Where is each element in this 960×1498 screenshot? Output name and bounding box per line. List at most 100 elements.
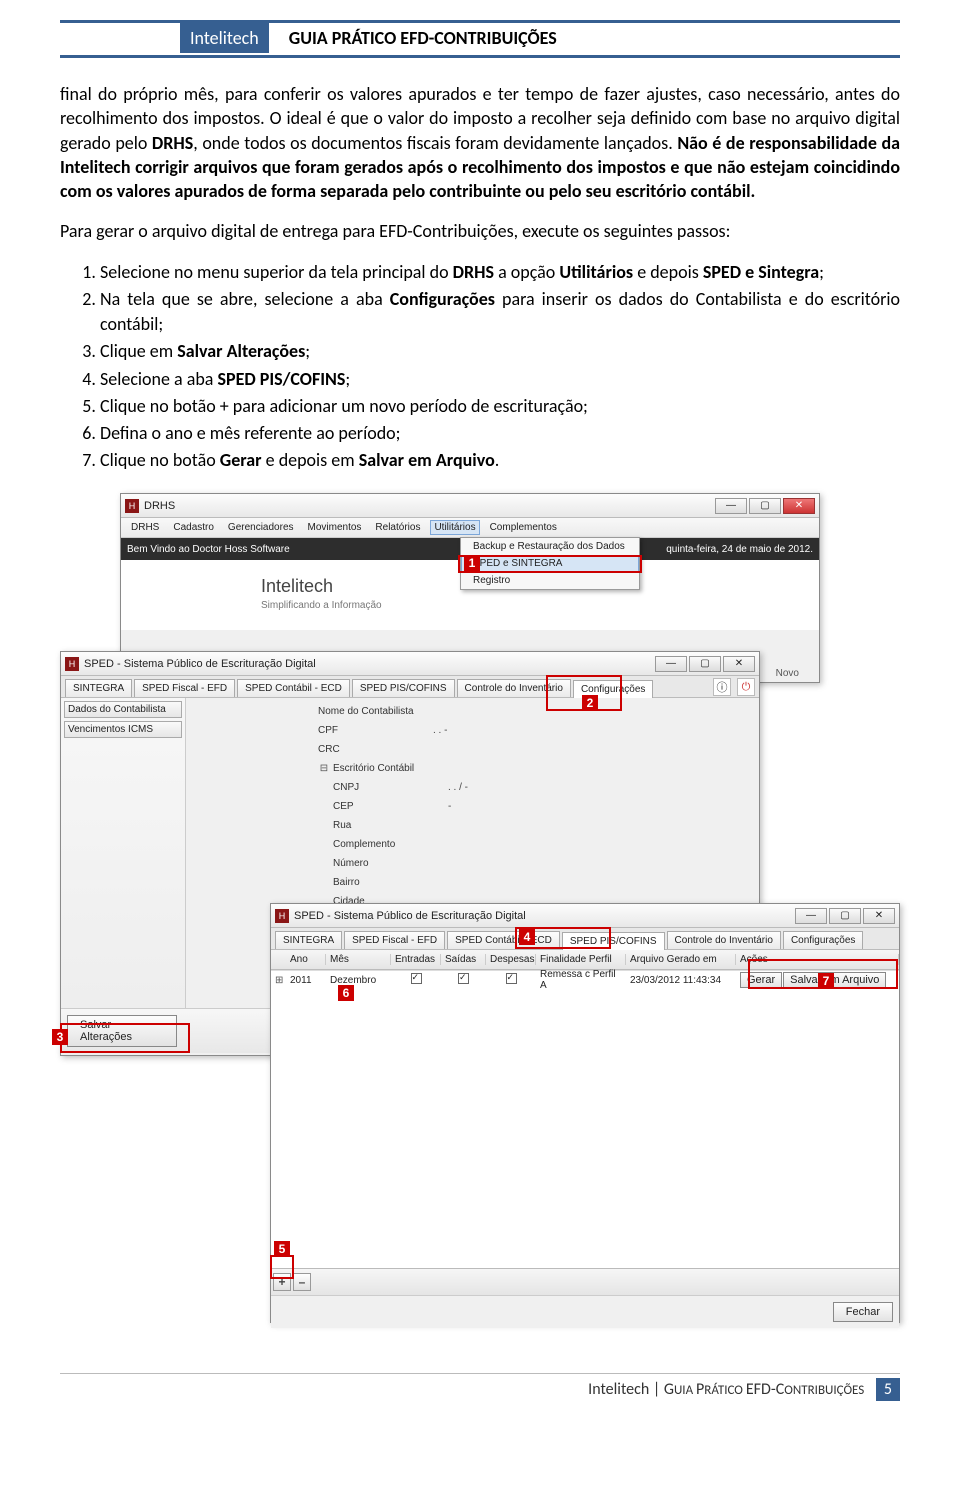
maximize-button[interactable]: ▢ — [689, 656, 721, 672]
body-paragraph-1: final do próprio mês, para conferir os v… — [60, 82, 900, 203]
col-mes: Mês — [326, 954, 391, 965]
callout-4: 4 — [519, 929, 535, 945]
menu-relatorios[interactable]: Relatórios — [371, 520, 424, 535]
drhs-titlebar: H DRHS — ▢ ✕ — [121, 494, 819, 518]
remove-period-button[interactable]: – — [293, 1273, 311, 1291]
cell-entradas-checkbox[interactable] — [411, 973, 422, 984]
body-paragraph-2: Para gerar o arquivo digital de entrega … — [60, 219, 900, 243]
minimize-button[interactable]: — — [715, 498, 747, 514]
cell-ano: 2011 — [286, 975, 326, 986]
col-finalidade: Finalidade Perfil — [536, 954, 626, 965]
page-number: 5 — [876, 1378, 900, 1401]
salvar-alteracoes-button[interactable]: Salvar Alterações — [67, 1015, 177, 1047]
step-7: Clique no botão Gerar e depois em Salvar… — [100, 448, 900, 473]
drhs-window-title: DRHS — [144, 500, 715, 512]
menu-complementos[interactable]: Complementos — [486, 520, 561, 535]
tab-sped-fiscal[interactable]: SPED Fiscal - EFD — [134, 679, 235, 697]
power-icon[interactable]: ⏻ — [737, 678, 755, 696]
p1-text-b: , onde todos os documentos fiscais foram… — [193, 132, 677, 154]
field-cnpj-value[interactable]: . . / - — [448, 782, 468, 793]
tab-sped-contabil[interactable]: SPED Contábil - ECD — [447, 931, 560, 949]
expand-icon[interactable]: ⊞ — [275, 975, 283, 986]
close-button[interactable]: ✕ — [783, 498, 815, 514]
app-icon: H — [125, 499, 139, 513]
field-cpf-label: CPF — [318, 725, 433, 736]
steps-list: Selecione no menu superior da tela princ… — [100, 260, 900, 474]
dd-registro[interactable]: Registro — [461, 572, 639, 589]
add-period-button[interactable]: + — [273, 1273, 291, 1291]
step-2: Na tela que se abre, selecione a aba Con… — [100, 287, 900, 337]
col-acoes: Ações — [736, 954, 899, 965]
sped-pc-footer-toolbar: + – — [271, 1268, 899, 1295]
cell-gerado-em: 23/03/2012 11:43:34 — [626, 975, 736, 986]
cell-saidas-checkbox[interactable] — [458, 973, 469, 984]
tab-sped-pis-cofins[interactable]: SPED PIS/COFINS — [352, 679, 455, 697]
status-date: quinta-feira, 24 de maio de 2012. — [666, 544, 813, 555]
cell-despesas-checkbox[interactable] — [506, 973, 517, 984]
field-escritorio-header: Escritório Contábil — [333, 763, 448, 774]
fechar-button[interactable]: Fechar — [833, 1302, 893, 1322]
utilitarios-dropdown: Backup e Restauração dos Dados SPED e SI… — [460, 537, 640, 590]
callout-6: 6 — [338, 985, 354, 1001]
menu-drhs[interactable]: DRHS — [127, 520, 163, 535]
step-1: Selecione no menu superior da tela princ… — [100, 260, 900, 285]
cell-mes: Dezembro — [326, 975, 391, 986]
minimize-button[interactable]: — — [655, 656, 687, 672]
side-vencimentos-icms[interactable]: Vencimentos ICMS — [64, 721, 182, 738]
sped-cfg-sidepanel: Dados do Contabilista Vencimentos ICMS — [61, 698, 186, 1008]
tab-controle-inventario[interactable]: Controle do Inventário — [457, 679, 571, 697]
menu-gerenciadores[interactable]: Gerenciadores — [224, 520, 298, 535]
page-header: Intelitech GUIA PRÁTICO EFD-CONTRIBUIÇÕE… — [60, 23, 900, 58]
tab-sintegra[interactable]: SINTEGRA — [275, 931, 342, 949]
field-cep-value[interactable]: - — [448, 801, 451, 812]
field-cpf-value[interactable]: . . - — [433, 725, 447, 736]
cell-finalidade: Remessa c Perfil A — [536, 969, 626, 991]
footer-brand: Intelitech | G — [588, 1380, 674, 1399]
field-bairro-label: Bairro — [333, 877, 448, 888]
page-footer: Intelitech | GUIA PRÁTICO EFD-CONTRIBUIÇ… — [60, 1373, 900, 1399]
maximize-button[interactable]: ▢ — [749, 498, 781, 514]
sped-pc-tabbar: SINTEGRA SPED Fiscal - EFD SPED Contábil… — [271, 928, 899, 950]
minimize-button[interactable]: — — [795, 908, 827, 924]
step-3: Clique em Salvar Alterações; — [100, 339, 900, 364]
tab-configuracoes[interactable]: Configurações — [783, 931, 863, 949]
help-icon[interactable]: ⓘ — [713, 678, 731, 696]
screenshots-composite: H DRHS — ▢ ✕ DRHS Cadastro Gerenciadores… — [60, 493, 900, 1333]
tab-sped-pis-cofins[interactable]: SPED PIS/COFINS — [562, 932, 665, 950]
callout-1: 1 — [464, 555, 480, 571]
menu-utilitarios[interactable]: Utilitários — [430, 520, 479, 535]
sped-piscofins-window: H SPED - Sistema Público de Escrituração… — [270, 903, 900, 1323]
tab-sintegra[interactable]: SINTEGRA — [65, 679, 132, 697]
grid-row[interactable]: ⊞ 2011 Dezembro Remessa c Perfil A 23/03… — [271, 971, 899, 989]
salvar-em-arquivo-button[interactable]: Salvar em Arquivo — [783, 972, 886, 988]
tree-collapse-icon[interactable]: ⊟ — [318, 763, 330, 774]
col-entradas: Entradas — [391, 954, 441, 965]
col-ano: Ano — [286, 954, 326, 965]
sped-pc-titlebar: H SPED - Sistema Público de Escrituração… — [271, 904, 899, 928]
tab-sped-fiscal[interactable]: SPED Fiscal - EFD — [344, 931, 445, 949]
dd-sped-sintegra[interactable]: SPED e SINTEGRA — [461, 555, 639, 572]
col-arquivo-gerado: Arquivo Gerado em — [626, 954, 736, 965]
col-saidas: Saídas — [441, 954, 486, 965]
tab-sped-contabil[interactable]: SPED Contábil - ECD — [237, 679, 350, 697]
app-icon: H — [275, 909, 289, 923]
sped-cfg-titlebar: H SPED - Sistema Público de Escrituração… — [61, 652, 759, 676]
sped-pc-title: SPED - Sistema Público de Escrituração D… — [294, 910, 795, 922]
menu-movimentos[interactable]: Movimentos — [304, 520, 366, 535]
gerar-button[interactable]: Gerar — [740, 972, 782, 988]
header-badge: Intelitech — [180, 23, 269, 53]
maximize-button[interactable]: ▢ — [829, 908, 861, 924]
close-button[interactable]: ✕ — [723, 656, 755, 672]
sped-pc-grid-header: Ano Mês Entradas Saídas Despesas Finalid… — [271, 950, 899, 970]
app-icon: H — [65, 657, 79, 671]
close-button[interactable]: ✕ — [863, 908, 895, 924]
side-dados-contabilista[interactable]: Dados do Contabilista — [64, 701, 182, 718]
dd-backup[interactable]: Backup e Restauração dos Dados — [461, 538, 639, 555]
field-compl-label: Complemento — [333, 839, 448, 850]
tab-controle-inventario[interactable]: Controle do Inventário — [667, 931, 781, 949]
menu-cadastro[interactable]: Cadastro — [169, 520, 218, 535]
step-4: Selecione a aba SPED PIS/COFINS; — [100, 367, 900, 392]
novo-label: Novo — [776, 668, 799, 679]
field-rua-label: Rua — [333, 820, 448, 831]
callout-5: 5 — [274, 1241, 290, 1257]
